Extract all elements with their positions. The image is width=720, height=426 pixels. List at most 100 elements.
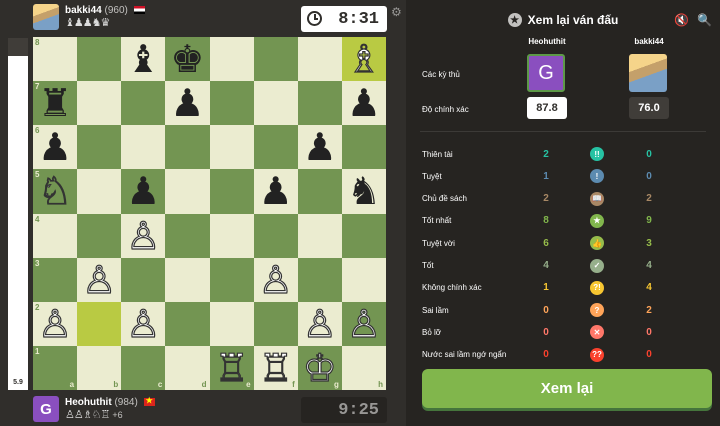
square-h1[interactable]: h: [341, 345, 386, 390]
black-piece-h5[interactable]: ♞: [347, 172, 381, 210]
square-f7[interactable]: [253, 81, 298, 126]
black-piece-f5[interactable]: ♟: [259, 172, 293, 210]
square-c7[interactable]: [121, 81, 166, 126]
white-piece-f3[interactable]: ♙: [258, 260, 293, 299]
square-h2[interactable]: ♙: [341, 301, 386, 346]
square-d4[interactable]: [165, 213, 210, 258]
bottom-clock: 9:25: [301, 397, 387, 423]
black-count: 3: [646, 237, 652, 249]
square-e2[interactable]: [209, 301, 254, 346]
square-a3[interactable]: 3: [33, 257, 78, 302]
black-piece-c8[interactable]: ♝: [126, 40, 160, 78]
white-piece-e1[interactable]: ♖: [214, 348, 249, 387]
square-e5[interactable]: [209, 169, 254, 214]
white-piece-g2[interactable]: ♙: [302, 304, 337, 343]
black-piece-g6[interactable]: ♟: [303, 128, 337, 166]
square-h8[interactable]: ♗: [341, 37, 386, 82]
square-f6[interactable]: [253, 125, 298, 170]
classification-label: Không chính xác: [422, 283, 482, 293]
square-d7[interactable]: ♟: [165, 81, 210, 126]
square-b6[interactable]: [77, 125, 122, 170]
black-player-header: bakki44: [634, 37, 664, 46]
square-c5[interactable]: ♟: [121, 169, 166, 214]
sound-off-icon[interactable]: 🔇: [674, 13, 689, 27]
white-piece-a5[interactable]: ♘: [37, 172, 72, 211]
bottom-player-avatar[interactable]: G: [33, 396, 59, 422]
square-d3[interactable]: [165, 257, 210, 302]
black-piece-h7[interactable]: ♟: [347, 84, 381, 122]
white-piece-c2[interactable]: ♙: [126, 304, 161, 343]
white-piece-a2[interactable]: ♙: [37, 304, 72, 343]
square-b4[interactable]: [77, 213, 122, 258]
square-g8[interactable]: [297, 37, 342, 82]
square-d8[interactable]: ♚: [165, 37, 210, 82]
square-g3[interactable]: [297, 257, 342, 302]
white-piece-b3[interactable]: ♙: [82, 260, 117, 299]
square-h6[interactable]: [341, 125, 386, 170]
square-c6[interactable]: [121, 125, 166, 170]
chess-board[interactable]: 8 ♝ ♚ ♗ 7 ♜ ♟ ♟ 6 ♟ ♟ 5 ♘ ♟ ♟ ♞ 4 ♙ 3 ♙ ♙ 2 ♙ ♙ ♙ ♙ 1 a b c d e ♖ f ♖ g ♔ h: [33, 37, 386, 390]
square-f2[interactable]: [253, 301, 298, 346]
square-e6[interactable]: [209, 125, 254, 170]
square-d2[interactable]: [165, 301, 210, 346]
square-c8[interactable]: ♝: [121, 37, 166, 82]
square-f1[interactable]: f ♖: [253, 345, 298, 390]
square-g6[interactable]: ♟: [297, 125, 342, 170]
square-b2[interactable]: [77, 301, 122, 346]
square-d5[interactable]: [165, 169, 210, 214]
top-player-avatar[interactable]: [33, 4, 59, 30]
square-a6[interactable]: 6 ♟: [33, 125, 78, 170]
settings-gear-icon[interactable]: ⚙: [391, 5, 402, 19]
square-a4[interactable]: 4: [33, 213, 78, 258]
square-e7[interactable]: [209, 81, 254, 126]
square-c2[interactable]: ♙: [121, 301, 166, 346]
white-piece-c4[interactable]: ♙: [126, 216, 161, 255]
white-piece-g1[interactable]: ♔: [302, 348, 337, 387]
square-e3[interactable]: [209, 257, 254, 302]
square-c3[interactable]: [121, 257, 166, 302]
square-a7[interactable]: 7 ♜: [33, 81, 78, 126]
square-h7[interactable]: ♟: [341, 81, 386, 126]
white-piece-h8[interactable]: ♗: [346, 39, 381, 78]
square-b3[interactable]: ♙: [77, 257, 122, 302]
square-g5[interactable]: [297, 169, 342, 214]
start-review-button[interactable]: Xem lại: [422, 369, 712, 408]
square-a8[interactable]: 8: [33, 37, 78, 82]
black-piece-a7[interactable]: ♜: [38, 84, 72, 122]
square-c1[interactable]: c: [121, 345, 166, 390]
square-f3[interactable]: ♙: [253, 257, 298, 302]
square-b7[interactable]: [77, 81, 122, 126]
white-piece-f1[interactable]: ♖: [258, 348, 293, 387]
top-player-name[interactable]: bakki44: [65, 5, 102, 16]
square-b5[interactable]: [77, 169, 122, 214]
square-e4[interactable]: [209, 213, 254, 258]
square-f8[interactable]: [253, 37, 298, 82]
square-b8[interactable]: [77, 37, 122, 82]
square-f4[interactable]: [253, 213, 298, 258]
square-c4[interactable]: ♙: [121, 213, 166, 258]
square-e8[interactable]: [209, 37, 254, 82]
square-h4[interactable]: [341, 213, 386, 258]
bottom-player-name[interactable]: Heohuthit: [65, 397, 112, 408]
square-a1[interactable]: 1a: [33, 345, 78, 390]
search-icon[interactable]: 🔍: [697, 13, 712, 27]
black-piece-d8[interactable]: ♚: [170, 40, 204, 78]
square-e1[interactable]: e ♖: [209, 345, 254, 390]
square-f5[interactable]: ♟: [253, 169, 298, 214]
square-a5[interactable]: 5 ♘: [33, 169, 78, 214]
square-d6[interactable]: [165, 125, 210, 170]
square-g4[interactable]: [297, 213, 342, 258]
black-piece-c5[interactable]: ♟: [126, 172, 160, 210]
square-g2[interactable]: ♙: [297, 301, 342, 346]
square-d1[interactable]: d: [165, 345, 210, 390]
black-piece-d7[interactable]: ♟: [170, 84, 204, 122]
square-g1[interactable]: g ♔: [297, 345, 342, 390]
square-a2[interactable]: 2 ♙: [33, 301, 78, 346]
square-b1[interactable]: b: [77, 345, 122, 390]
square-g7[interactable]: [297, 81, 342, 126]
white-piece-h2[interactable]: ♙: [346, 304, 381, 343]
classification-label: Sai lầm: [422, 305, 449, 315]
square-h5[interactable]: ♞: [341, 169, 386, 214]
black-piece-a6[interactable]: ♟: [38, 128, 72, 166]
square-h3[interactable]: [341, 257, 386, 302]
